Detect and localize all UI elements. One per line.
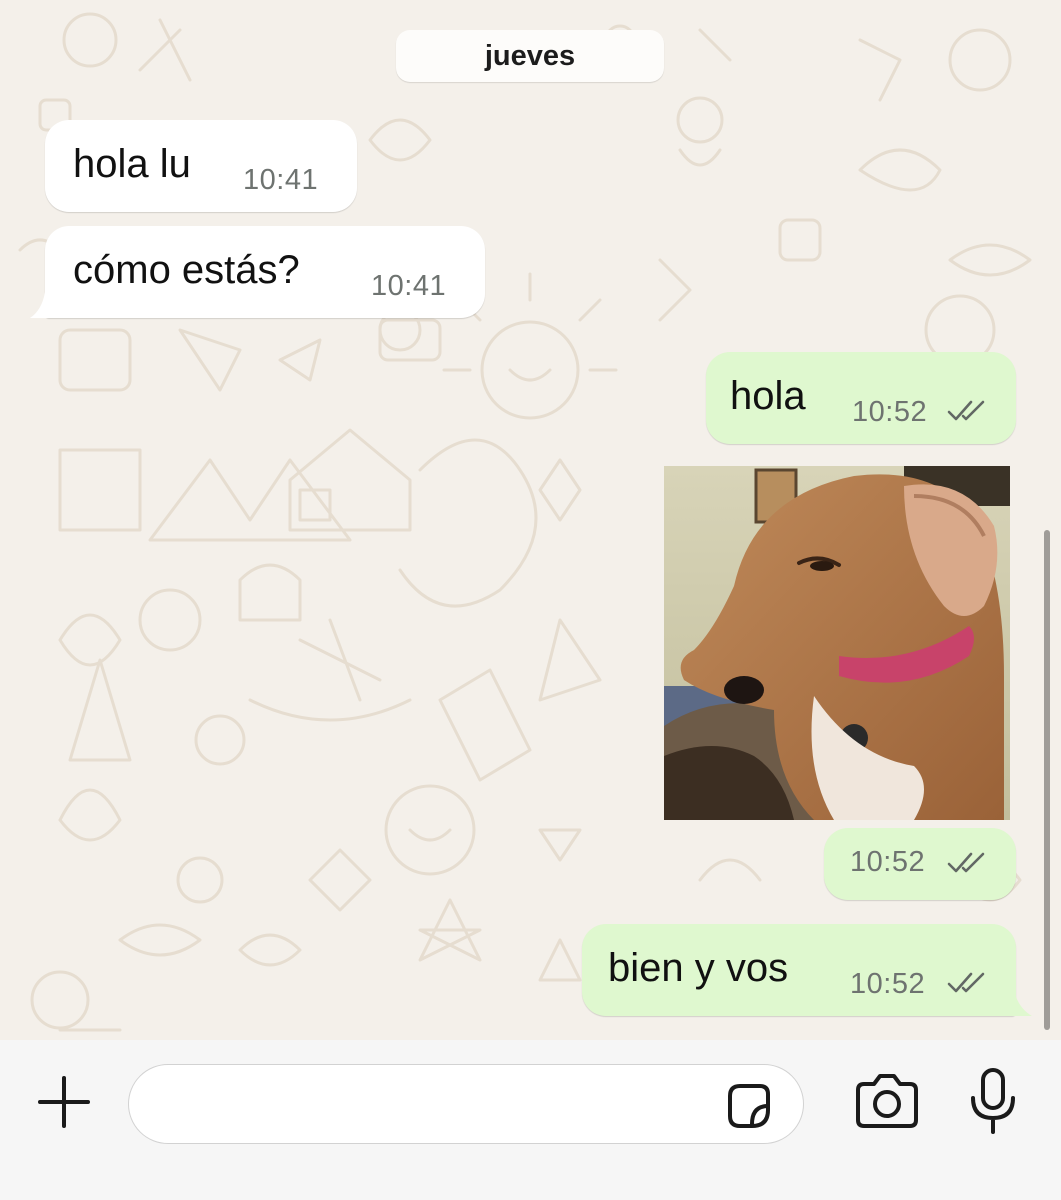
message-time: 10:41 xyxy=(371,270,447,302)
date-separator: jueves xyxy=(396,30,664,82)
sticker-icon[interactable] xyxy=(720,1078,776,1134)
message-input[interactable] xyxy=(128,1064,804,1144)
message-bubble-outgoing[interactable]: hola 10:52 xyxy=(706,352,1016,444)
camera-icon[interactable] xyxy=(852,1072,922,1132)
message-text: hola lu xyxy=(73,142,191,186)
message-text: cómo estás? xyxy=(73,248,300,292)
message-time: 10:52 xyxy=(850,968,926,1000)
image-caption-bubble[interactable]: 10:52 xyxy=(824,828,1016,900)
message-bubble-outgoing[interactable]: bien y vos 10:52 xyxy=(582,924,1016,1016)
dachshund-photo xyxy=(664,466,1010,820)
message-time: 10:52 xyxy=(850,846,926,878)
scrollbar[interactable] xyxy=(1044,530,1050,1030)
read-double-check-icon xyxy=(947,852,985,873)
read-double-check-icon xyxy=(947,400,985,421)
read-double-check-icon xyxy=(947,972,985,993)
message-time: 10:52 xyxy=(852,396,928,428)
microphone-icon[interactable] xyxy=(966,1066,1020,1136)
chat-area: jueves hola lu 10:41 cómo estás? 10:41 h… xyxy=(0,0,1061,1040)
message-time: 10:41 xyxy=(243,164,319,196)
message-text: bien y vos xyxy=(608,946,789,990)
bubble-tail-incoming xyxy=(30,292,58,318)
plus-icon[interactable] xyxy=(34,1072,94,1132)
message-bubble-incoming[interactable]: cómo estás? 10:41 xyxy=(45,226,485,318)
image-message[interactable] xyxy=(664,466,1010,820)
message-bubble-incoming[interactable]: hola lu 10:41 xyxy=(45,120,357,212)
bubble-tail-outgoing xyxy=(1000,990,1032,1016)
message-text: hola xyxy=(730,374,806,418)
